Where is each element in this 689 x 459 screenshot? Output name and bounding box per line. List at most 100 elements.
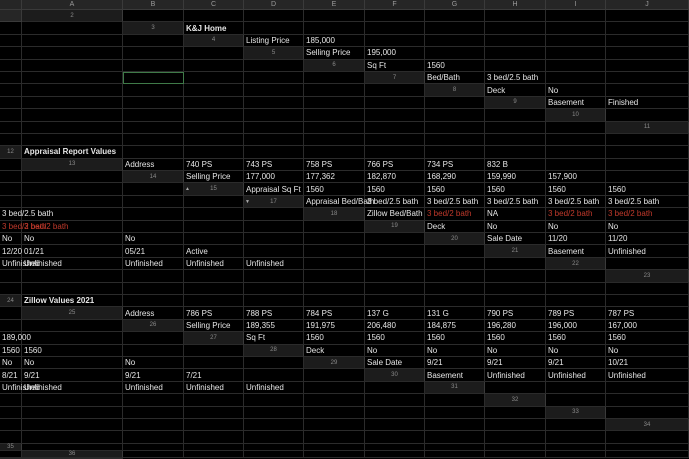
- cell[interactable]: [485, 34, 546, 48]
- cell[interactable]: [546, 146, 606, 159]
- row-header[interactable]: 13: [22, 158, 123, 172]
- cell[interactable]: Unfinished: [123, 257, 184, 271]
- cell[interactable]: [606, 59, 689, 72]
- row-header[interactable]: 34: [606, 418, 689, 432]
- cell[interactable]: [304, 133, 365, 147]
- cell[interactable]: 1560: [304, 332, 365, 345]
- cell[interactable]: Active: [184, 245, 244, 258]
- cell[interactable]: [546, 34, 606, 48]
- cell[interactable]: 177,000: [244, 171, 304, 184]
- cell[interactable]: [546, 381, 606, 395]
- cell-overflow[interactable]: [304, 71, 365, 85]
- row-header[interactable]: 36: [22, 450, 123, 458]
- row-header[interactable]: 2: [22, 10, 123, 23]
- cell[interactable]: [0, 418, 22, 432]
- cell[interactable]: [244, 450, 304, 458]
- cell[interactable]: [184, 71, 244, 85]
- hidden-row-arrow-icon[interactable]: ▼: [245, 199, 250, 205]
- cell[interactable]: [123, 133, 184, 147]
- cell[interactable]: [606, 294, 689, 308]
- cell[interactable]: [365, 406, 425, 419]
- cell[interactable]: [123, 121, 184, 134]
- spreadsheet-grid[interactable]: A B C D E F G H I J 2 3 K&J Home 4 Listing Price 185,00…: [0, 0, 689, 459]
- cell[interactable]: No: [546, 84, 606, 97]
- cell[interactable]: [606, 257, 689, 271]
- cell[interactable]: 196,000: [546, 319, 606, 333]
- cell[interactable]: [425, 418, 485, 432]
- cell[interactable]: [244, 146, 304, 159]
- cell[interactable]: 734 PS: [425, 158, 485, 172]
- cell[interactable]: [244, 233, 304, 246]
- cell[interactable]: [304, 84, 365, 97]
- cell[interactable]: [304, 10, 365, 23]
- cell[interactable]: [606, 158, 689, 172]
- cell[interactable]: [485, 431, 546, 444]
- cell[interactable]: [244, 369, 304, 382]
- cell[interactable]: No: [0, 356, 22, 370]
- cell[interactable]: [22, 394, 123, 407]
- cell[interactable]: [184, 418, 244, 432]
- cell[interactable]: No: [365, 344, 425, 357]
- cell[interactable]: [365, 282, 425, 295]
- cell[interactable]: 1560: [425, 332, 485, 345]
- cell[interactable]: [606, 109, 689, 122]
- cell[interactable]: [184, 270, 244, 283]
- cell[interactable]: 195,000: [365, 47, 425, 60]
- cell[interactable]: [365, 22, 425, 35]
- row-header[interactable]: 7: [365, 71, 425, 85]
- cell[interactable]: 3 bed/2 bath: [546, 208, 606, 221]
- cell[interactable]: 766 PS: [365, 158, 425, 172]
- cell[interactable]: [304, 381, 365, 395]
- cell[interactable]: [123, 47, 184, 60]
- cell[interactable]: Appraisal Report Values: [22, 146, 123, 159]
- cell[interactable]: [304, 146, 365, 159]
- cell[interactable]: 189,355: [244, 319, 304, 333]
- cell-overflow[interactable]: [244, 59, 304, 72]
- cell[interactable]: [244, 270, 304, 283]
- column-header-j[interactable]: J: [606, 0, 689, 10]
- cell[interactable]: [425, 34, 485, 48]
- cell[interactable]: [606, 394, 689, 407]
- cell[interactable]: [485, 282, 546, 295]
- cell[interactable]: [244, 245, 304, 258]
- cell[interactable]: 167,000: [606, 319, 689, 333]
- cell[interactable]: No: [606, 344, 689, 357]
- cell[interactable]: No: [546, 220, 606, 234]
- cell[interactable]: [606, 22, 689, 35]
- cell[interactable]: Appraisal Bed/Bath: [304, 195, 375, 209]
- cell[interactable]: 3 bed/2.5 bath: [485, 195, 546, 209]
- cell[interactable]: [184, 121, 244, 134]
- cell[interactable]: [546, 47, 606, 60]
- cell[interactable]: [0, 195, 22, 209]
- cell[interactable]: Zillow Bed/Bath: [365, 208, 425, 221]
- cell[interactable]: 3 bed/2 bath: [0, 220, 46, 234]
- row-header[interactable]: 24: [0, 294, 22, 308]
- cell[interactable]: [485, 450, 546, 458]
- cell[interactable]: 784 PS: [304, 307, 365, 320]
- cell[interactable]: [485, 10, 546, 23]
- cell[interactable]: [244, 10, 304, 23]
- cell[interactable]: Unfinished: [606, 369, 689, 382]
- cell[interactable]: [184, 431, 244, 444]
- cell[interactable]: Bed/Bath: [425, 71, 485, 85]
- cell[interactable]: [304, 233, 365, 246]
- cell[interactable]: [304, 294, 365, 308]
- cell-overflow[interactable]: [123, 332, 184, 345]
- cell[interactable]: [304, 270, 365, 283]
- cell[interactable]: [485, 47, 546, 60]
- cell[interactable]: [123, 431, 184, 444]
- column-header-c[interactable]: C: [184, 0, 244, 10]
- cell[interactable]: Unfinished: [184, 381, 244, 395]
- cell-overflow[interactable]: [425, 394, 485, 407]
- cell[interactable]: 182,870: [365, 171, 425, 184]
- cell[interactable]: [365, 121, 425, 134]
- cell[interactable]: 9/21: [425, 356, 485, 370]
- cell[interactable]: [365, 245, 425, 258]
- cell[interactable]: [304, 431, 365, 444]
- cell[interactable]: [244, 220, 304, 234]
- cell[interactable]: [22, 418, 123, 432]
- row-header[interactable]: 25: [22, 307, 123, 320]
- cell[interactable]: [123, 220, 184, 234]
- cell[interactable]: [425, 282, 485, 295]
- cell-overflow[interactable]: [425, 245, 485, 258]
